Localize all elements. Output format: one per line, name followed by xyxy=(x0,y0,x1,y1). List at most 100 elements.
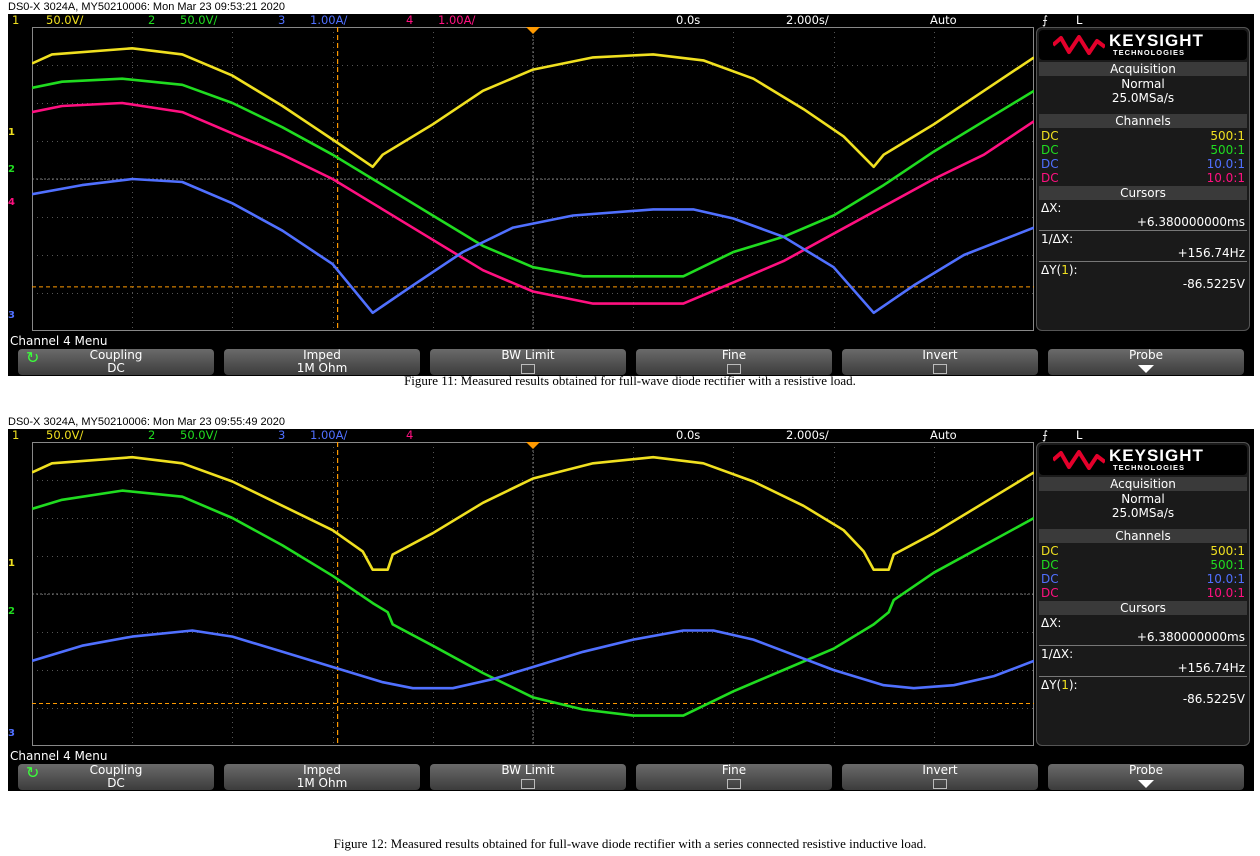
menu-title: Channel 4 Menu xyxy=(8,749,1254,763)
softkey-label: Invert xyxy=(922,763,958,777)
softkey-imped[interactable]: Imped 1M Ohm xyxy=(224,764,420,790)
checkbox-indicator xyxy=(521,779,535,789)
softkey-bar: ↻ Coupling DC Imped 1M Ohm BW Limit Fine Invert… xyxy=(8,763,1254,791)
trigger-position-marker xyxy=(526,442,540,449)
status-trigger-symbol[interactable]: ⨍ xyxy=(1042,14,1048,27)
channel-probe-row[interactable]: DC 10.0:1 xyxy=(1041,171,1245,185)
delta-x-label: ΔX: xyxy=(1041,616,1062,630)
softkey-invert[interactable]: Invert xyxy=(842,349,1038,375)
status-timebase[interactable]: 2.000s/ xyxy=(786,429,829,442)
softkey-probe[interactable]: Probe xyxy=(1048,349,1244,375)
waveform-graticule[interactable] xyxy=(32,442,1034,746)
status-ch3-num[interactable]: 3 xyxy=(278,14,285,27)
keysight-wave-logo-icon xyxy=(1053,450,1105,470)
cursors-heading[interactable]: Cursors xyxy=(1039,601,1247,615)
status-delay[interactable]: 0.0s xyxy=(676,14,700,27)
softkey-bw-limit[interactable]: BW Limit xyxy=(430,349,626,375)
delta-y-channel: 1 xyxy=(1061,678,1069,692)
status-trigger-symbol[interactable]: ⨍ xyxy=(1042,429,1048,442)
status-ch4-num[interactable]: 4 xyxy=(406,429,413,442)
delta-y-value: -86.5225V xyxy=(1182,277,1245,291)
softkey-fine[interactable]: Fine xyxy=(636,349,832,375)
status-ch3-scale[interactable]: 1.00A/ xyxy=(310,14,347,27)
delta-x-value: +6.380000000ms xyxy=(1136,215,1245,229)
scope-screen: 1 2 4 3 KEYSIGHT TECHNOLOGIES Acquisition Norma… xyxy=(8,27,1254,334)
inverse-delta-x-value: +156.74Hz xyxy=(1177,246,1245,260)
channel-probe-ratio: 10.0:1 xyxy=(1206,171,1245,185)
status-ch2-scale[interactable]: 50.0V/ xyxy=(180,14,217,27)
status-trigger-level[interactable]: L xyxy=(1076,14,1082,27)
channel-2-ground-marker[interactable]: 2 xyxy=(8,606,30,618)
channel-coupling: DC xyxy=(1041,572,1059,586)
channel-probe-row[interactable]: DC 10.0:1 xyxy=(1041,157,1245,171)
status-mode[interactable]: Auto xyxy=(930,429,957,442)
status-timebase[interactable]: 2.000s/ xyxy=(786,14,829,27)
channel-probe-ratio: 10.0:1 xyxy=(1206,572,1245,586)
channel-3-ground-marker[interactable]: 3 xyxy=(8,728,30,740)
sample-rate: 25.0MSa/s xyxy=(1111,506,1175,520)
brand-subtitle: TECHNOLOGIES xyxy=(1113,48,1186,57)
softkey-coupling[interactable]: ↻ Coupling DC xyxy=(18,349,214,375)
delta-y-label: ΔY(1): xyxy=(1041,263,1245,277)
softkey-probe[interactable]: Probe xyxy=(1048,764,1244,790)
cursors-heading[interactable]: Cursors xyxy=(1039,186,1247,200)
status-ch3-scale[interactable]: 1.00A/ xyxy=(310,429,347,442)
status-ch4-scale[interactable]: 1.00A/ xyxy=(438,14,475,27)
acquisition-heading[interactable]: Acquisition xyxy=(1039,477,1247,491)
status-ch1-scale[interactable]: 50.0V/ xyxy=(46,14,83,27)
acquisition-heading[interactable]: Acquisition xyxy=(1039,62,1247,76)
status-ch2-num[interactable]: 2 xyxy=(148,14,155,27)
waveform-graticule[interactable] xyxy=(32,27,1034,331)
channel-probe-row[interactable]: DC 10.0:1 xyxy=(1041,586,1245,600)
status-ch2-scale[interactable]: 50.0V/ xyxy=(180,429,217,442)
channel-probe-row[interactable]: DC 500:1 xyxy=(1041,143,1245,157)
figure-caption: Figure 12: Measured results obtained for… xyxy=(333,836,927,851)
status-ch1-num[interactable]: 1 xyxy=(12,14,19,27)
status-delay[interactable]: 0.0s xyxy=(676,429,700,442)
channel-4-ground-marker[interactable]: 4 xyxy=(8,197,30,209)
status-ch2-num[interactable]: 2 xyxy=(148,429,155,442)
waveform-plot xyxy=(32,442,1034,746)
softkey-label: Fine xyxy=(721,348,747,362)
channel-probe-row[interactable]: DC 500:1 xyxy=(1041,544,1245,558)
channel-coupling: DC xyxy=(1041,143,1059,157)
status-ch1-scale[interactable]: 50.0V/ xyxy=(46,429,83,442)
inverse-delta-x-value: +156.74Hz xyxy=(1177,661,1245,675)
softkey-bw-limit[interactable]: BW Limit xyxy=(430,764,626,790)
status-mode[interactable]: Auto xyxy=(930,14,957,27)
channels-heading[interactable]: Channels xyxy=(1039,114,1247,128)
checkbox-indicator xyxy=(727,779,741,789)
channel-2-ground-marker[interactable]: 2 xyxy=(8,164,30,176)
side-panel: KEYSIGHT TECHNOLOGIES Acquisition Normal 25.… xyxy=(1036,442,1250,746)
separator xyxy=(1039,230,1247,231)
channel-1-ground-marker[interactable]: 1 xyxy=(8,127,30,139)
waveform-plot xyxy=(32,27,1034,331)
channel-1-ground-marker[interactable]: 1 xyxy=(8,558,30,570)
softkey-coupling[interactable]: ↻ Coupling DC xyxy=(18,764,214,790)
softkey-invert[interactable]: Invert xyxy=(842,764,1038,790)
capture-title: DS0-X 3024A, MY50210006: Mon Mar 23 09:5… xyxy=(8,1,286,13)
softkey-fine[interactable]: Fine xyxy=(636,764,832,790)
delta-x-label: ΔX: xyxy=(1041,201,1062,215)
oscilloscope-capture: DS0-X 3024A, MY50210006: Mon Mar 23 09:5… xyxy=(8,0,1254,376)
status-ch3-num[interactable]: 3 xyxy=(278,429,285,442)
acquisition-mode: Normal xyxy=(1121,77,1165,91)
channel-probe-ratio: 10.0:1 xyxy=(1206,586,1245,600)
channel-coupling: DC xyxy=(1041,171,1059,185)
softkey-label: BW Limit xyxy=(501,763,555,777)
down-arrow-icon xyxy=(1138,780,1154,788)
delta-y-label-suffix: ): xyxy=(1068,263,1078,277)
channel-probe-ratio: 500:1 xyxy=(1210,558,1245,572)
channel-3-ground-marker[interactable]: 3 xyxy=(8,310,30,322)
status-ch4-num[interactable]: 4 xyxy=(406,14,413,27)
channel-probe-row[interactable]: DC 500:1 xyxy=(1041,129,1245,143)
channel-probe-row[interactable]: DC 10.0:1 xyxy=(1041,572,1245,586)
softkey-value: DC xyxy=(107,776,125,790)
softkey-imped[interactable]: Imped 1M Ohm xyxy=(224,349,420,375)
delta-y-label: ΔY(1): xyxy=(1041,678,1245,692)
status-trigger-level[interactable]: L xyxy=(1076,429,1082,442)
status-ch1-num[interactable]: 1 xyxy=(12,429,19,442)
delta-y-label-suffix: ): xyxy=(1068,678,1078,692)
channel-probe-row[interactable]: DC 500:1 xyxy=(1041,558,1245,572)
channels-heading[interactable]: Channels xyxy=(1039,529,1247,543)
